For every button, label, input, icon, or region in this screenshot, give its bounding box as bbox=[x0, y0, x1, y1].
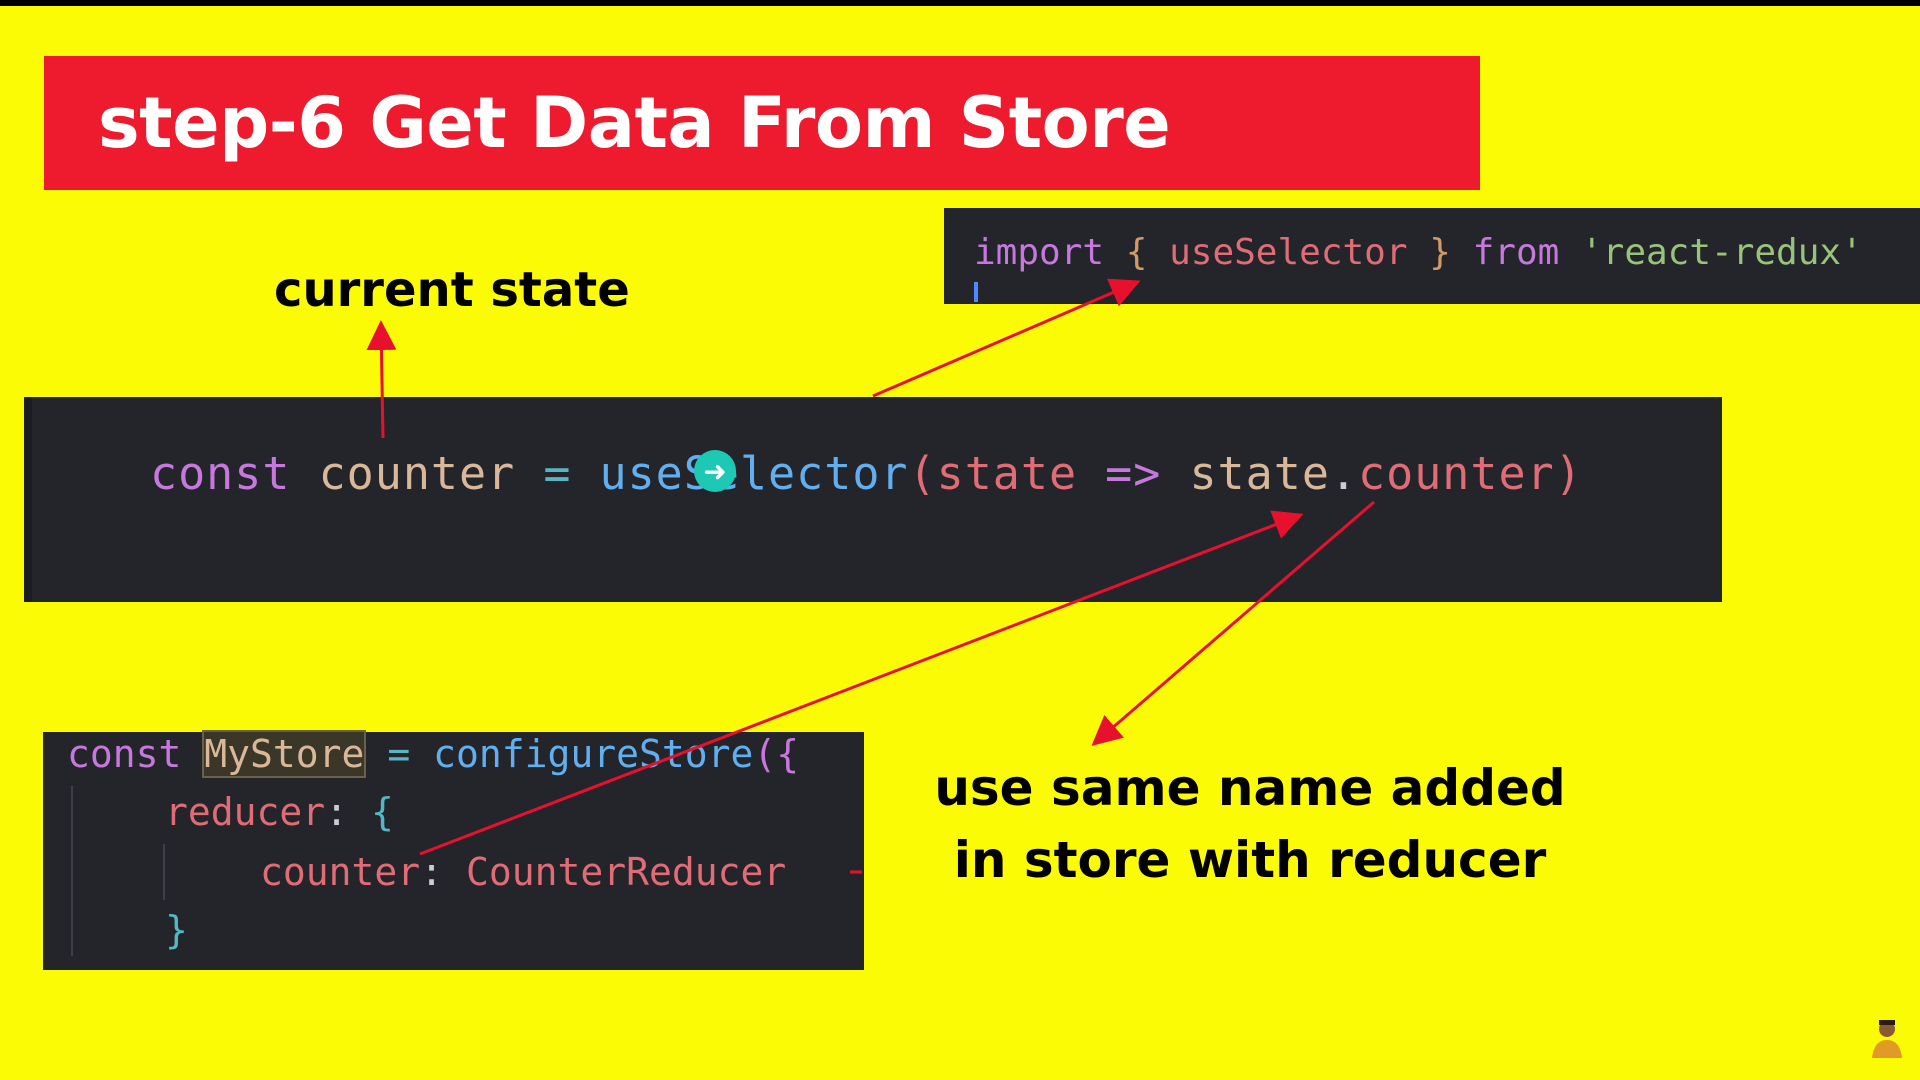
avatar-icon bbox=[1872, 1020, 1902, 1058]
arrow-counter-to-note bbox=[1091, 500, 1375, 746]
annotation-arrows bbox=[366, 278, 1375, 874]
arrow-store-to-counter bbox=[419, 510, 1304, 856]
arrow-to-current-state bbox=[366, 320, 397, 439]
arrow-to-import bbox=[872, 278, 1141, 398]
cursor-arrow-icon: ➜ bbox=[694, 450, 736, 492]
